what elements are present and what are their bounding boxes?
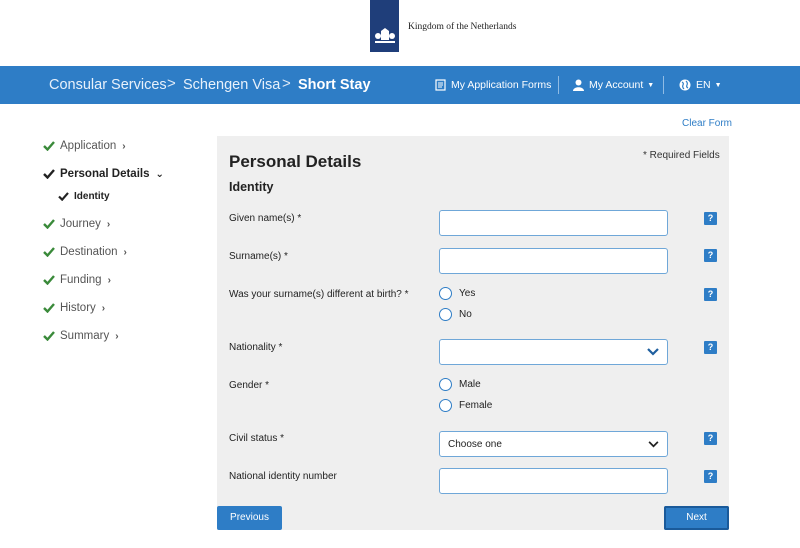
sidebar-item-application[interactable]: Application ›: [43, 137, 126, 155]
clear-form-link[interactable]: Clear Form: [682, 118, 732, 129]
nationality-label: Nationality *: [229, 342, 283, 353]
sidebar-item-journey[interactable]: Journey ›: [43, 215, 110, 233]
chevron-down-icon: ▼: [647, 81, 655, 89]
sidebar-item-label: Destination: [60, 246, 118, 258]
chevron-right-icon: ›: [122, 140, 126, 152]
sidebar-item-personal-details[interactable]: Personal Details ⌄: [43, 165, 164, 183]
checkmark-icon: [43, 247, 55, 257]
surname-label: Surname(s) *: [229, 251, 288, 262]
sidebar-item-destination[interactable]: Destination ›: [43, 243, 127, 261]
surname-at-birth-no-option[interactable]: No: [439, 308, 472, 321]
civil-status-value: Choose one: [448, 438, 502, 450]
radio-label: Yes: [459, 288, 476, 299]
nationality-select[interactable]: [439, 339, 668, 365]
help-icon[interactable]: ?: [704, 432, 717, 445]
gender-male-option[interactable]: Male: [439, 378, 481, 391]
radio-button[interactable]: [439, 378, 452, 391]
gender-label: Gender *: [229, 380, 270, 391]
radio-label: Female: [459, 400, 493, 411]
my-application-forms-label: My Application Forms: [451, 79, 552, 91]
checkmark-icon: [43, 303, 55, 313]
nav-divider: [558, 76, 559, 94]
sidebar-subitem-label: Identity: [74, 190, 110, 202]
chevron-right-icon: ›: [106, 218, 111, 230]
checkmark-icon: [43, 219, 55, 229]
chevron-down-icon: [648, 440, 659, 447]
checkmark-icon: [43, 141, 55, 151]
required-fields-note: * Required Fields: [643, 150, 720, 161]
globe-icon: [679, 79, 691, 91]
surname-input[interactable]: [439, 248, 668, 274]
sidebar-item-history[interactable]: History ›: [43, 299, 105, 317]
user-icon: [573, 79, 584, 91]
document-icon: [435, 79, 446, 91]
civil-status-label: Civil status *: [229, 433, 285, 444]
given-names-label: Given name(s) *: [229, 213, 302, 224]
checkmark-icon: [43, 275, 55, 285]
breadcrumb-separator: >: [282, 75, 291, 92]
my-account-label: My Account: [589, 79, 644, 91]
civil-status-select[interactable]: Choose one: [439, 431, 668, 457]
chevron-right-icon: ›: [123, 246, 127, 258]
language-label: EN: [696, 79, 711, 91]
help-icon[interactable]: ?: [704, 341, 717, 354]
coat-of-arms-logo: [370, 0, 399, 52]
help-icon[interactable]: ?: [704, 212, 717, 225]
help-icon[interactable]: ?: [704, 249, 717, 262]
my-application-forms-link[interactable]: My Application Forms: [435, 66, 551, 104]
my-account-menu[interactable]: My Account ▼: [573, 66, 654, 104]
sidebar-item-label: Journey: [60, 218, 101, 230]
next-button[interactable]: Next: [664, 506, 729, 530]
breadcrumb-separator: >: [167, 75, 176, 92]
chevron-right-icon: ›: [107, 274, 111, 286]
national-id-label: National identity number: [229, 471, 337, 482]
chevron-right-icon: ›: [101, 302, 106, 314]
top-header: Kingdom of the Netherlands: [0, 0, 800, 66]
sidebar-item-summary[interactable]: Summary ›: [43, 327, 119, 345]
gender-female-option[interactable]: Female: [439, 399, 492, 412]
surname-at-birth-label: Was your surname(s) different at birth? …: [229, 289, 409, 300]
sidebar-item-label: History: [60, 302, 96, 314]
previous-button[interactable]: Previous: [217, 506, 282, 530]
chevron-right-icon: ›: [115, 330, 119, 342]
language-selector[interactable]: EN ▼: [679, 66, 722, 104]
page-title: Personal Details: [229, 152, 362, 171]
chevron-down-icon: ⌄: [155, 168, 164, 180]
chevron-down-icon: ▼: [714, 81, 722, 89]
radio-button[interactable]: [439, 287, 452, 300]
chevron-down-icon: [647, 348, 659, 356]
radio-label: Male: [459, 379, 481, 390]
sidebar-item-label: Funding: [60, 274, 102, 286]
radio-button[interactable]: [439, 399, 452, 412]
national-id-input[interactable]: [439, 468, 668, 494]
checkmark-icon: [43, 331, 55, 341]
surname-at-birth-yes-option[interactable]: Yes: [439, 287, 475, 300]
given-names-input[interactable]: [439, 210, 668, 236]
radio-button[interactable]: [439, 308, 452, 321]
sidebar-item-funding[interactable]: Funding ›: [43, 271, 111, 289]
nav-divider: [663, 76, 664, 94]
breadcrumb-schengen-visa[interactable]: Schengen Visa: [183, 66, 280, 104]
help-icon[interactable]: ?: [704, 288, 717, 301]
help-icon[interactable]: ?: [704, 470, 717, 483]
top-nav: Consular Services > Schengen Visa > Shor…: [0, 66, 800, 104]
radio-label: No: [459, 309, 472, 320]
sidebar-item-label: Application: [60, 140, 117, 152]
org-name: Kingdom of the Netherlands: [408, 22, 517, 32]
section-title: Identity: [229, 180, 274, 194]
checkmark-icon: [58, 191, 70, 201]
sidebar-item-label: Summary: [60, 330, 110, 342]
breadcrumb-consular-services[interactable]: Consular Services: [49, 66, 167, 104]
sidebar-item-label: Personal Details: [60, 168, 150, 180]
checkmark-icon: [43, 169, 55, 179]
breadcrumb-short-stay: Short Stay: [298, 77, 371, 93]
sidebar-subitem-identity[interactable]: Identity: [58, 187, 110, 205]
